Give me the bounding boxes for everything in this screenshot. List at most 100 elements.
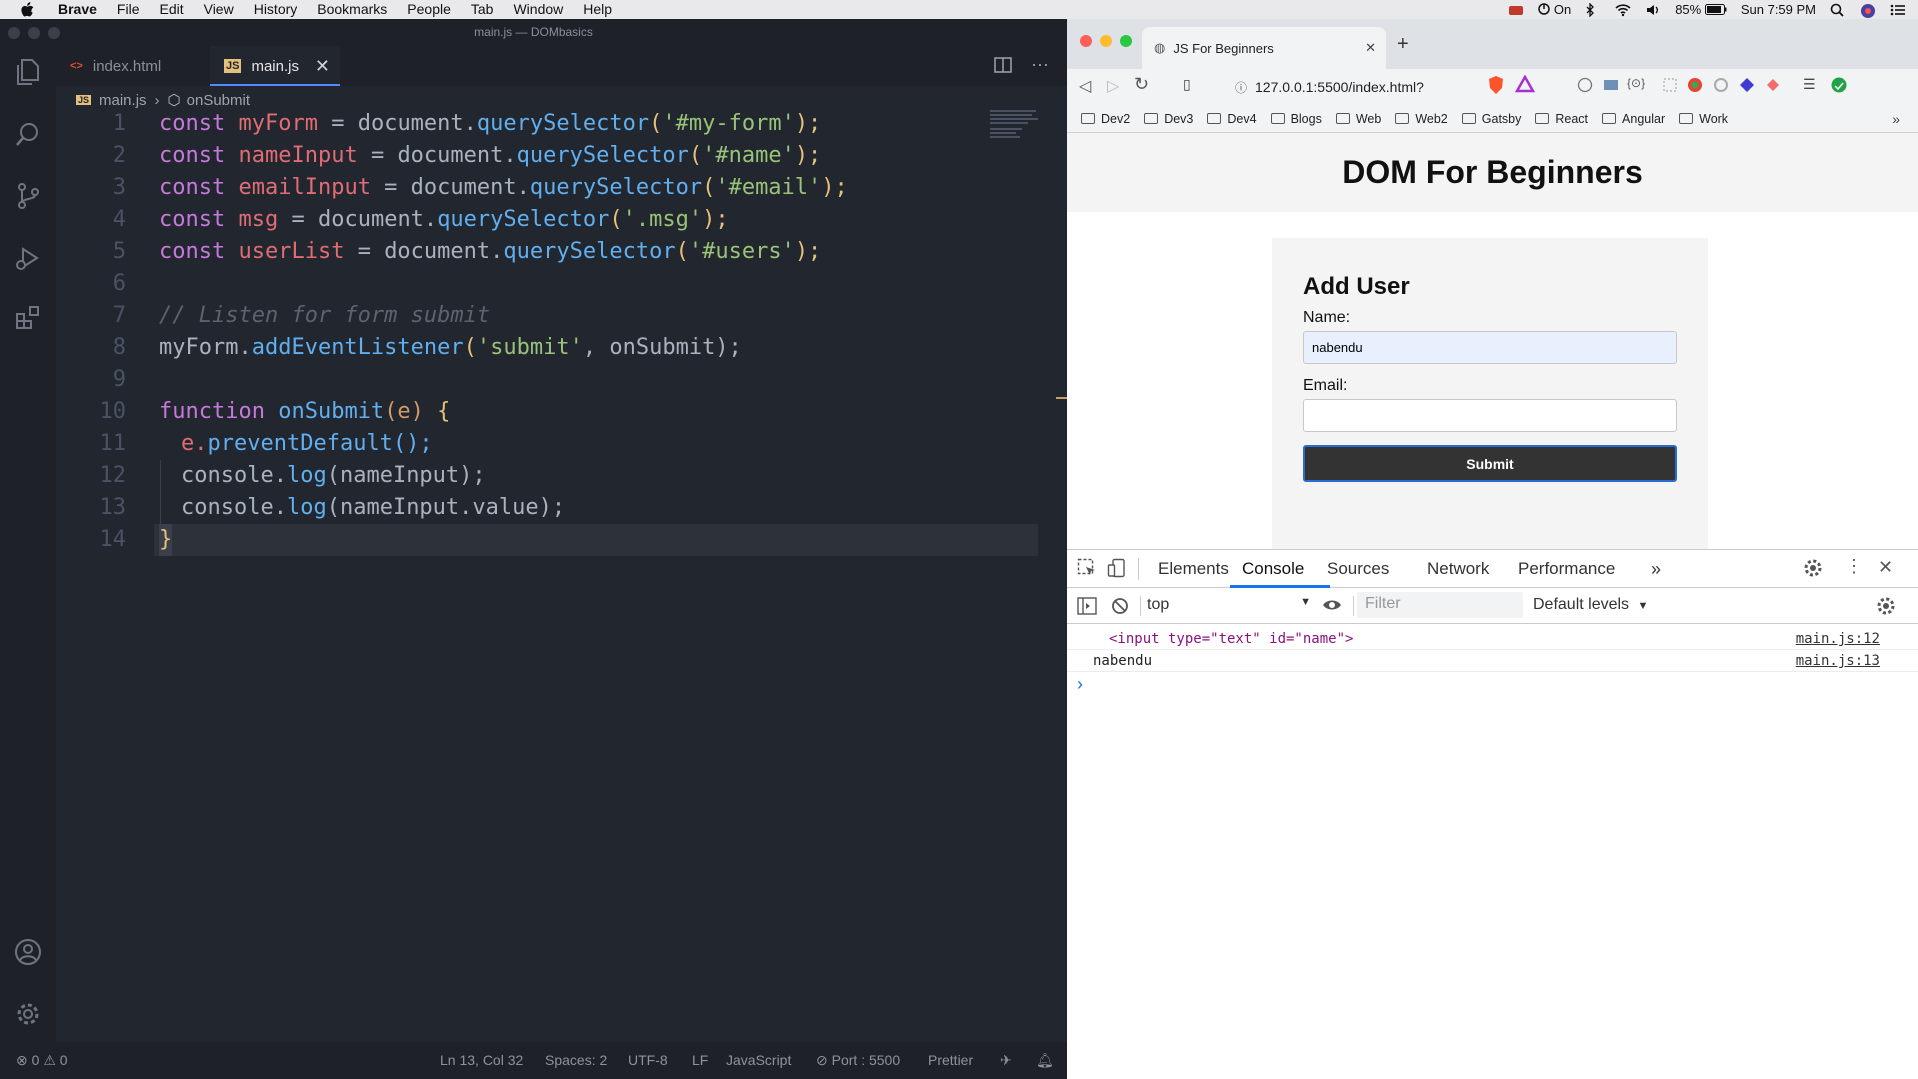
extensions-icon[interactable]: [12, 302, 44, 334]
end-of-line[interactable]: LF: [692, 1052, 708, 1068]
browser-close-button[interactable]: [1080, 35, 1092, 47]
bookmark-folder-web[interactable]: Web: [1335, 112, 1381, 126]
name-input[interactable]: nabendu: [1303, 331, 1677, 364]
console-prompt[interactable]: ›: [1077, 674, 1083, 695]
menu-app-brave[interactable]: Brave: [46, 0, 107, 19]
bookmark-icon[interactable]: ▯: [1183, 76, 1191, 93]
bookmark-folder-dev4[interactable]: Dev4: [1207, 112, 1257, 126]
tab-sources[interactable]: Sources: [1327, 559, 1389, 579]
run-debug-icon[interactable]: [12, 242, 44, 274]
bookmark-folder-angular[interactable]: Angular: [1602, 112, 1665, 126]
tab-elements[interactable]: Elements: [1158, 559, 1229, 579]
menu-bookmarks[interactable]: Bookmarks: [307, 0, 397, 19]
notifications-bell-icon[interactable]: 🔔︎: [1036, 1052, 1054, 1069]
browser-minimize-button[interactable]: [1100, 35, 1112, 47]
device-toolbar-icon[interactable]: [1107, 558, 1127, 583]
more-tabs-chevron-icon[interactable]: »: [1651, 559, 1661, 580]
prettier-status[interactable]: Prettier: [928, 1052, 973, 1068]
notification-center-icon[interactable]: [1890, 3, 1906, 17]
email-input[interactable]: [1303, 399, 1677, 432]
tab-network[interactable]: Network: [1427, 559, 1489, 579]
menu-people[interactable]: People: [397, 0, 461, 19]
more-actions-icon[interactable]: ···: [1031, 54, 1049, 75]
console-settings-gear-icon[interactable]: [1876, 596, 1896, 621]
clear-console-icon[interactable]: [1111, 597, 1129, 620]
tab-console[interactable]: Console: [1242, 559, 1304, 579]
bluetooth-icon[interactable]: [1585, 1, 1601, 18]
extension-icon-7[interactable]: [1739, 77, 1755, 98]
profile-avatar[interactable]: [1831, 77, 1847, 98]
wifi-icon[interactable]: [1615, 3, 1631, 17]
extension-icon-6[interactable]: [1713, 77, 1729, 98]
volume-icon[interactable]: [1645, 3, 1661, 17]
source-control-icon[interactable]: [12, 180, 44, 212]
indentation[interactable]: Spaces: 2: [545, 1052, 607, 1068]
apple-icon[interactable]: [20, 1, 36, 18]
extension-icon-4[interactable]: [1662, 77, 1678, 98]
more-options-kebab-icon[interactable]: ⋮: [1845, 556, 1863, 577]
manage-gear-icon[interactable]: [12, 998, 44, 1030]
live-server-port[interactable]: ⊘ Port : 5500: [816, 1052, 900, 1069]
extension-icon-2[interactable]: [1603, 77, 1619, 98]
tab-performance[interactable]: Performance: [1518, 559, 1615, 579]
vpn-status[interactable]: On: [1538, 2, 1571, 17]
log-levels-dropdown[interactable]: Default levels ▼: [1533, 596, 1648, 614]
forward-arrow-icon[interactable]: ▷: [1107, 76, 1119, 96]
search-icon[interactable]: [12, 118, 44, 150]
playlist-icon[interactable]: ☰: [1803, 76, 1816, 93]
extension-icon-5[interactable]: [1687, 77, 1703, 98]
console-log-row[interactable]: nabendu main.js:13: [1067, 650, 1918, 672]
accounts-icon[interactable]: [12, 936, 44, 968]
menu-view[interactable]: View: [194, 0, 244, 19]
extension-icon-1[interactable]: [1577, 77, 1593, 98]
encoding[interactable]: UTF-8: [628, 1052, 668, 1068]
back-arrow-icon[interactable]: ◁: [1079, 76, 1091, 96]
brave-rewards-icon[interactable]: [1514, 74, 1536, 98]
extension-icon-3[interactable]: {⊙}: [1627, 76, 1645, 90]
bookmarks-overflow-icon[interactable]: »: [1892, 111, 1900, 127]
log-source-link[interactable]: main.js:12: [1796, 628, 1880, 650]
cursor-position[interactable]: Ln 13, Col 32: [440, 1052, 523, 1068]
browser-zoom-button[interactable]: [1120, 35, 1132, 47]
tab-index-html[interactable]: <> index.html: [70, 46, 210, 86]
inspect-element-icon[interactable]: [1077, 558, 1097, 583]
bookmark-folder-gatsby[interactable]: Gatsby: [1461, 112, 1521, 126]
context-selector[interactable]: top ▼: [1147, 596, 1311, 614]
browser-tab[interactable]: ◍ JS For Beginners ✕: [1142, 27, 1386, 69]
bookmark-folder-blogs[interactable]: Blogs: [1270, 112, 1322, 126]
new-tab-plus-icon[interactable]: +: [1397, 33, 1409, 56]
close-tab-icon[interactable]: ✕: [315, 56, 330, 77]
console-log-row[interactable]: <input type="text" id="name"> main.js:12: [1067, 628, 1918, 650]
menu-tab[interactable]: Tab: [461, 0, 504, 19]
console-filter-input[interactable]: Filter: [1357, 592, 1523, 618]
bookmark-folder-dev2[interactable]: Dev2: [1081, 112, 1130, 126]
tab-main-js[interactable]: JS main.js ✕: [210, 46, 340, 86]
log-source-link[interactable]: main.js:13: [1796, 650, 1880, 672]
address-bar[interactable]: ⓘ 127.0.0.1:5500/index.html?: [1235, 73, 1485, 101]
menu-history[interactable]: History: [244, 0, 308, 19]
bookmark-folder-dev3[interactable]: Dev3: [1144, 112, 1193, 126]
breadcrumb-symbol[interactable]: onSubmit: [187, 92, 250, 109]
live-expression-eye-icon[interactable]: [1321, 594, 1343, 621]
battery-status[interactable]: 85%: [1675, 2, 1727, 17]
close-tab-icon[interactable]: ✕: [1365, 40, 1376, 56]
breadcrumb-file[interactable]: main.js: [99, 92, 147, 109]
split-editor-icon[interactable]: [994, 56, 1012, 79]
reload-icon[interactable]: ↻: [1134, 74, 1149, 95]
explorer-icon[interactable]: [12, 56, 44, 88]
close-devtools-icon[interactable]: ✕: [1878, 557, 1893, 578]
settings-gear-icon[interactable]: [1803, 558, 1823, 583]
feedback-icon[interactable]: ✈: [1000, 1052, 1012, 1069]
log-element-output[interactable]: <input type="text" id="name">: [1109, 631, 1353, 647]
clock[interactable]: Sun 7:59 PM: [1741, 2, 1816, 17]
menu-window[interactable]: Window: [503, 0, 573, 19]
brave-shields-icon[interactable]: [1487, 75, 1505, 100]
extension-icon-8[interactable]: [1765, 77, 1781, 98]
code-editor[interactable]: 1 2 3 4 5 6 7 8 9 10 11 12 13 14 const m…: [56, 110, 1067, 1042]
submit-button[interactable]: Submit: [1303, 445, 1677, 482]
siri-icon[interactable]: [1860, 3, 1876, 18]
language-mode[interactable]: JavaScript: [726, 1052, 791, 1068]
problems-indicator[interactable]: ⊗ 0 ⚠ 0: [16, 1052, 68, 1069]
minimap[interactable]: [990, 110, 1040, 138]
spotlight-search-icon[interactable]: [1830, 3, 1846, 17]
